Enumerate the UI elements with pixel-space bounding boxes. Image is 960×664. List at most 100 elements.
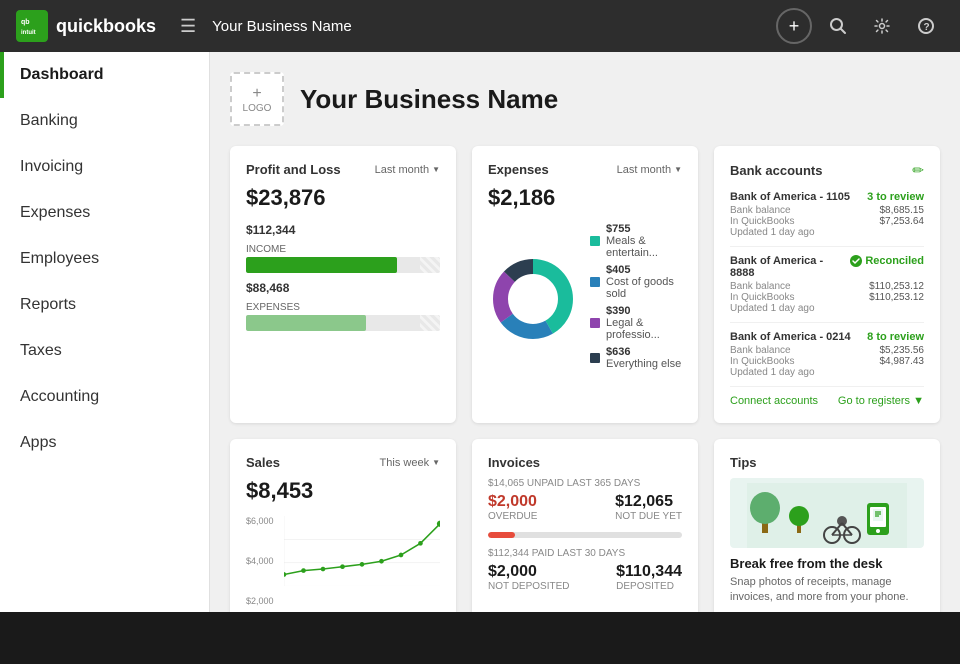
bank-qb-row-1: In QuickBooks $110,253.12 xyxy=(730,292,924,303)
sidebar-item-banking[interactable]: Banking xyxy=(0,98,209,144)
bank-qb-value-1: $110,253.12 xyxy=(869,292,924,303)
tips-title: Tips xyxy=(730,455,757,470)
sidebar: Dashboard Banking Invoicing Expenses Emp… xyxy=(0,52,210,612)
dashboard-grid: Profit and Loss Last month $23,876 $112,… xyxy=(230,146,940,612)
invoices-overdue-group: $2,000 OVERDUE xyxy=(488,493,537,522)
legend-content-2: $390 Legal & professio... xyxy=(606,305,682,341)
legend-value-1: $405 xyxy=(606,264,682,276)
legend-dot-2 xyxy=(590,318,600,328)
sales-title: Sales xyxy=(246,455,280,470)
invoices-card: Invoices $14,065 UNPAID LAST 365 DAYS $2… xyxy=(472,439,698,612)
main-content: + LOGO Your Business Name Profit and Los… xyxy=(210,52,960,612)
add-button[interactable]: + xyxy=(776,8,812,44)
tips-card: Tips xyxy=(714,439,940,612)
income-bar-track xyxy=(246,257,440,273)
logo-upload[interactable]: + LOGO xyxy=(230,72,284,126)
sales-header: Sales This week xyxy=(246,455,440,470)
income-bar-row: $112,344 INCOME xyxy=(246,223,440,273)
legend-item-1: $405 Cost of goods sold xyxy=(590,264,682,300)
invoices-deposited-amount: $110,344 xyxy=(616,563,682,581)
sidebar-label-employees: Employees xyxy=(20,250,99,268)
bank-balance-row-1: Bank balance $110,253.12 xyxy=(730,281,924,292)
business-header: + LOGO Your Business Name xyxy=(230,72,940,126)
bank-qb-value-2: $4,987.43 xyxy=(880,356,925,367)
bank-balance-value-1: $110,253.12 xyxy=(869,281,924,292)
search-button[interactable] xyxy=(820,8,856,44)
bank-title: Bank accounts xyxy=(730,163,822,178)
bank-account-header-1: Bank of America - 8888 Reconciled xyxy=(730,255,924,279)
expense-bar-track xyxy=(246,315,440,331)
sidebar-item-employees[interactable]: Employees xyxy=(0,236,209,282)
sidebar-item-expenses[interactable]: Expenses xyxy=(0,190,209,236)
tips-svg xyxy=(747,483,907,548)
pnl-title: Profit and Loss xyxy=(246,162,341,177)
sales-chart-container: $6,000 $4,000 $2,000 xyxy=(246,516,440,612)
bank-updated-1: Updated 1 day ago xyxy=(730,303,924,314)
legend-dot-3 xyxy=(590,353,600,363)
invoices-notdeposited-amount: $2,000 xyxy=(488,563,570,581)
svg-text:intuit: intuit xyxy=(21,30,36,36)
bank-account-2: Bank of America - 0214 8 to review Bank … xyxy=(730,323,924,387)
legend-item-0: $755 Meals & entertain... xyxy=(590,223,682,259)
legend-label-3: Everything else xyxy=(606,358,681,370)
bank-account-header-2: Bank of America - 0214 8 to review xyxy=(730,331,924,343)
pnl-header: Profit and Loss Last month xyxy=(246,162,440,177)
invoices-header: Invoices xyxy=(488,455,682,470)
invoices-notdeposited-label: NOT DEPOSITED xyxy=(488,581,570,592)
bank-status-0[interactable]: 3 to review xyxy=(867,191,924,203)
sidebar-label-apps: Apps xyxy=(20,434,56,452)
svg-text:?: ? xyxy=(924,22,930,33)
expenses-legend: $755 Meals & entertain... $405 Cost of g… xyxy=(590,223,682,375)
bank-account-1: Bank of America - 8888 Reconciled Bank b… xyxy=(730,247,924,323)
invoices-amounts-row: $2,000 OVERDUE $12,065 NOT DUE YET xyxy=(488,493,682,522)
bank-edit-icon[interactable]: ✏ xyxy=(912,162,924,179)
bank-status-2[interactable]: 8 to review xyxy=(867,331,924,343)
expense-value: $88,468 xyxy=(246,281,289,295)
bank-updated-2: Updated 1 day ago xyxy=(730,367,924,378)
help-button[interactable]: ? xyxy=(908,8,944,44)
bank-name-2: Bank of America - 0214 xyxy=(730,331,851,343)
invoices-notdeposited-group: $2,000 NOT DEPOSITED xyxy=(488,563,570,592)
bank-qb-label-2: In QuickBooks xyxy=(730,356,794,367)
invoices-paid-label: $112,344 PAID LAST 30 DAYS xyxy=(488,548,682,559)
expenses-donut-chart xyxy=(488,254,578,344)
invoices-overdue-label: OVERDUE xyxy=(488,511,537,522)
income-value: $112,344 xyxy=(246,223,295,237)
bank-qb-row-2: In QuickBooks $4,987.43 xyxy=(730,356,924,367)
sales-amount: $8,453 xyxy=(246,478,440,504)
sales-y-4000: $4,000 xyxy=(246,556,274,566)
go-to-registers-link[interactable]: Go to registers ▼ xyxy=(838,395,924,407)
pnl-amount: $23,876 xyxy=(246,185,440,211)
legend-dot-0 xyxy=(590,236,600,246)
bank-updated-0: Updated 1 day ago xyxy=(730,227,924,238)
bank-balance-label-0: Bank balance xyxy=(730,205,791,216)
connect-accounts-link[interactable]: Connect accounts xyxy=(730,395,818,407)
legend-value-0: $755 xyxy=(606,223,682,235)
expense-bar-hatch xyxy=(420,315,440,331)
legend-content-3: $636 Everything else xyxy=(606,346,681,370)
sidebar-item-invoicing[interactable]: Invoicing xyxy=(0,144,209,190)
sidebar-item-taxes[interactable]: Taxes xyxy=(0,328,209,374)
menu-toggle[interactable]: ☰ xyxy=(180,16,196,37)
pnl-period[interactable]: Last month xyxy=(375,164,440,176)
invoices-paid-section: $112,344 PAID LAST 30 DAYS $2,000 NOT DE… xyxy=(488,548,682,592)
settings-button[interactable] xyxy=(864,8,900,44)
bank-account-header-0: Bank of America - 1105 3 to review xyxy=(730,191,924,203)
tips-header: Tips xyxy=(730,455,924,470)
sales-period[interactable]: This week xyxy=(380,457,440,469)
sidebar-label-taxes: Taxes xyxy=(20,342,62,360)
legend-label-1: Cost of goods sold xyxy=(606,276,682,300)
invoices-title: Invoices xyxy=(488,455,540,470)
invoices-notdue-label: NOT DUE YET xyxy=(615,511,682,522)
sidebar-item-reports[interactable]: Reports xyxy=(0,282,209,328)
expenses-content: $755 Meals & entertain... $405 Cost of g… xyxy=(488,223,682,375)
sidebar-item-accounting[interactable]: Accounting xyxy=(0,374,209,420)
sidebar-item-apps[interactable]: Apps xyxy=(0,420,209,466)
legend-content-0: $755 Meals & entertain... xyxy=(606,223,682,259)
bank-account-0: Bank of America - 1105 3 to review Bank … xyxy=(730,183,924,247)
income-bar-hatch xyxy=(420,257,440,273)
logo-area: qb intuit quickbooks xyxy=(16,10,156,42)
sidebar-item-dashboard[interactable]: Dashboard xyxy=(0,52,209,98)
expenses-period[interactable]: Last month xyxy=(617,164,682,176)
invoices-progress-bar xyxy=(488,532,682,538)
